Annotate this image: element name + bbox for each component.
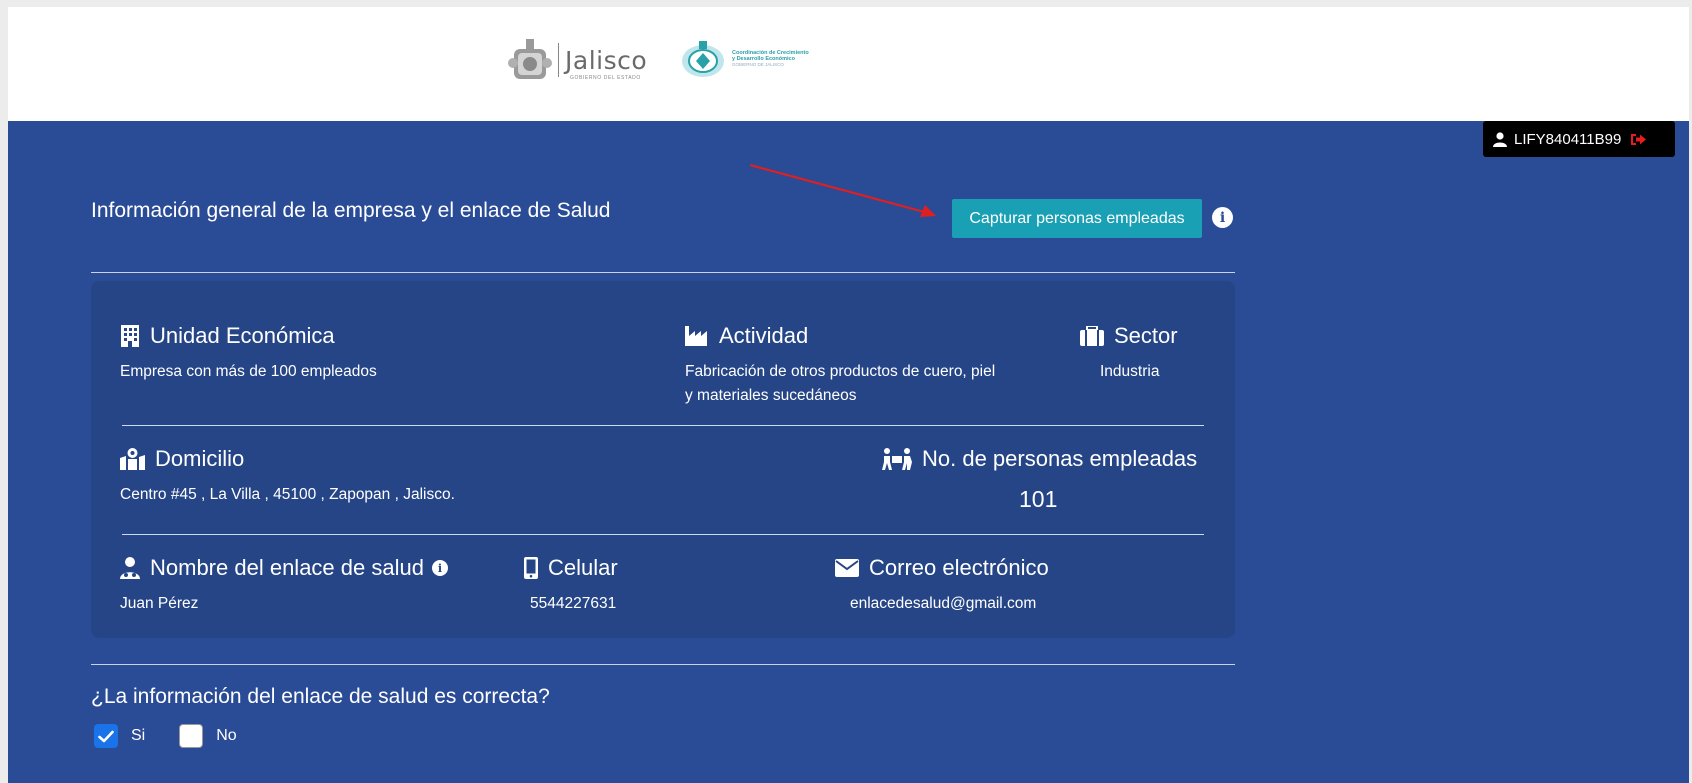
unidad-economica-heading: Unidad Económica	[120, 323, 335, 349]
capture-employees-button[interactable]: Capturar personas empleadas	[952, 199, 1202, 238]
people-carry-icon	[882, 448, 912, 470]
jalisco-logo-subtitle: GOBIERNO DEL ESTADO	[570, 75, 641, 81]
domicilio-value: Centro #45 , La Villa , 45100 , Zapopan …	[120, 486, 455, 503]
divider	[91, 664, 1235, 665]
jalisco-logo-text: Jalisco	[565, 45, 648, 75]
company-info-card: Unidad Económica Empresa con más de 100 …	[91, 281, 1235, 638]
sector-heading: Sector	[1080, 323, 1178, 349]
envelope-icon	[835, 559, 859, 577]
jalisco-logo: Jalisco GOBIERNO DEL ESTADO	[508, 37, 647, 83]
correo-heading: Correo electrónico	[835, 555, 1049, 581]
enlace-heading: Nombre del enlace de salud i	[120, 555, 448, 581]
map-marked-icon	[120, 448, 145, 470]
empleados-value: 101	[1019, 486, 1058, 512]
card-divider	[122, 534, 1204, 535]
section-title: Información general de la empresa y el e…	[91, 199, 611, 222]
celular-value: 5544227631	[530, 595, 617, 612]
unidad-economica-value: Empresa con más de 100 empleados	[120, 363, 377, 380]
actividad-heading: Actividad	[685, 323, 808, 349]
user-icon	[1493, 131, 1507, 147]
user-md-icon	[120, 557, 140, 579]
sector-value: Industria	[1100, 363, 1160, 380]
no-checkbox[interactable]	[179, 724, 204, 748]
info-circle-icon[interactable]: i	[431, 560, 448, 576]
coordinacion-seal-icon	[682, 41, 724, 77]
confirmation-options: Si No	[94, 724, 237, 748]
domicilio-heading: Domicilio	[120, 446, 244, 472]
coordinacion-logo: Coordinación de Crecimiento y Desarrollo…	[680, 39, 809, 79]
divider	[91, 272, 1235, 273]
building-icon	[121, 325, 139, 347]
actividad-value: Fabricación de otros productos de cuero,…	[685, 363, 996, 404]
user-id: LIFY840411B99	[1514, 130, 1622, 148]
card-divider	[122, 425, 1204, 426]
user-badge[interactable]: LIFY840411B99	[1483, 121, 1675, 157]
sign-out-icon[interactable]	[1630, 132, 1647, 147]
check-icon	[98, 730, 114, 742]
annotation-arrow	[750, 163, 936, 217]
info-circle-icon[interactable]: i	[1212, 207, 1233, 228]
header: Jalisco GOBIERNO DEL ESTADO Coordinación…	[8, 7, 1689, 121]
enlace-value: Juan Pérez	[120, 595, 199, 612]
industry-icon	[685, 326, 707, 346]
mobile-icon	[524, 557, 538, 579]
question-text: ¿La información del enlace de salud es c…	[91, 685, 550, 708]
jalisco-seal-icon	[508, 39, 552, 79]
empleados-heading: No. de personas empleadas	[882, 446, 1197, 472]
coordinacion-logo-text: Coordinación de Crecimiento y Desarrollo…	[732, 50, 809, 67]
no-label[interactable]: No	[216, 727, 236, 745]
celular-heading: Celular	[524, 555, 618, 581]
correo-value: enlacedesalud@gmail.com	[850, 595, 1037, 612]
yes-checkbox[interactable]	[94, 724, 118, 748]
briefcase-icon	[1080, 326, 1104, 346]
yes-label[interactable]: Si	[131, 727, 145, 745]
